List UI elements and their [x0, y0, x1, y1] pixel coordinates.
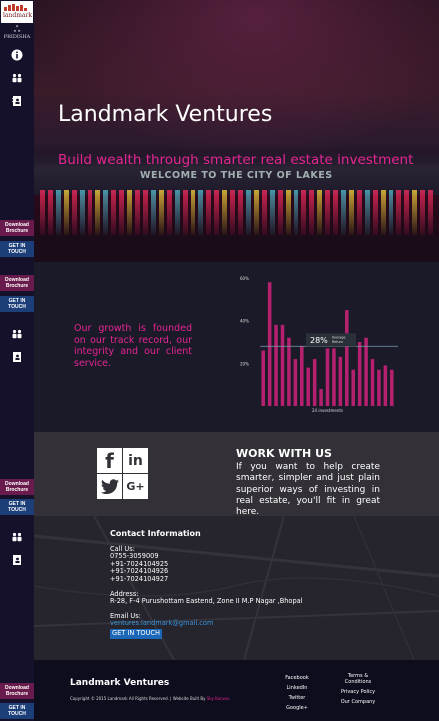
contact-info: Contact Information Call Us: 0755-305900… [110, 530, 390, 646]
footer-link-privacy[interactable]: Privacy Policy [338, 689, 378, 695]
footer-link-linkedin[interactable]: LinkedIn [282, 683, 312, 693]
chart-bar [280, 324, 285, 406]
hero-water [34, 235, 439, 262]
download-brochure-button[interactable]: Download Brochure [0, 275, 34, 291]
partner-logo: ஃ PRIDISHA [2, 25, 32, 41]
growth-section: Our growth is founded on our track recor… [34, 262, 439, 432]
linkedin-icon[interactable]: in [123, 448, 148, 473]
footer-info-links: Terms & Conditions Privacy Policy Our Co… [338, 673, 378, 709]
y-tick-label: 20% [240, 361, 249, 366]
contact-get-in-touch-button[interactable]: GET IN TOUCH [110, 628, 162, 639]
partner-logo-text: PRIDISHA [3, 34, 31, 40]
chart-bar [312, 359, 317, 406]
chart-bar [338, 356, 343, 406]
hero-water-reflections [34, 190, 439, 235]
hero-sign-text: WELCOME TO THE CITY OF LAKES [140, 170, 333, 181]
chart-bar [274, 324, 278, 406]
copyright-text: Copyright © 2015 Landmark All Rights Res… [70, 696, 206, 701]
average-callout: 28% AverageReturn [306, 333, 356, 347]
hero-banner: WELCOME TO THE CITY OF LAKES Landmark Ve… [34, 0, 439, 262]
footer-link-company[interactable]: Our Company [338, 699, 378, 705]
get-in-touch-button[interactable]: GET IN TOUCH [0, 296, 34, 312]
chart-bar [345, 310, 349, 406]
chart-bar [306, 367, 310, 406]
x-axis-label: 24 investments [312, 408, 343, 413]
work-with-us-section: f in G+ WORK WITH US If you want to help… [34, 432, 439, 518]
address-text: R-28, F-4 Purushottam Eastend, Zone II M… [110, 597, 303, 606]
chart-bar [377, 369, 381, 406]
footer-social-links: Facebook LinkedIn Twitter Google+ [282, 673, 312, 713]
get-in-touch-button[interactable]: GET IN TOUCH [0, 703, 34, 719]
chart-bar [332, 348, 336, 406]
callout-label: Return [332, 340, 343, 344]
contact-book-icon[interactable] [9, 93, 25, 109]
team-icon[interactable] [9, 70, 25, 86]
returns-chart: 60% 40% 20% 28% Average Return 24 investments [234, 272, 404, 432]
callout-label: Average [332, 335, 346, 339]
contact-section: Contact Information Call Us: 0755-305900… [34, 516, 439, 660]
twitter-icon[interactable] [97, 474, 122, 499]
contact-title: Contact Information [110, 529, 201, 538]
email-link[interactable]: ventures.landmark@gmail.com [110, 620, 390, 628]
chart-bar [319, 388, 323, 406]
phone-block: Call Us: 0755-3059009 +91-7024104925 +91… [110, 545, 390, 584]
team-icon[interactable] [9, 326, 25, 342]
get-in-touch-button[interactable]: GET IN TOUCH [0, 241, 34, 257]
chart-bar [287, 337, 291, 406]
swirl-icon: ஃ [13, 25, 21, 35]
y-tick-label: 60% [240, 276, 249, 281]
page-root: landmark ஃ PRIDISHA Download Brochure GE… [0, 0, 439, 721]
get-in-touch-button[interactable]: GET IN TOUCH [0, 499, 34, 515]
logo-bars-icon [4, 4, 30, 11]
footer-link-terms[interactable]: Terms & Conditions [338, 673, 378, 685]
hero-subtitle: Build wealth through smarter real estate… [58, 152, 414, 168]
logo-text: landmark [3, 12, 32, 19]
social-icons-grid: f in G+ [97, 448, 148, 499]
hero-title: Landmark Ventures [58, 102, 273, 127]
sidebar: landmark ஃ PRIDISHA Download Brochure GE… [0, 0, 34, 721]
work-title: WORK WITH US [236, 447, 332, 460]
chart-bar [364, 337, 368, 406]
chart-bar [325, 348, 330, 406]
download-brochure-button[interactable]: Download Brochure [0, 220, 34, 236]
work-text: If you want to help create smarter, simp… [236, 462, 380, 518]
hero-sky [34, 0, 439, 160]
builder-link[interactable]: Sky Kanvas [207, 696, 230, 701]
download-brochure-button[interactable]: Download Brochure [0, 479, 34, 495]
phone-number[interactable]: +91-7024104927 [110, 575, 390, 584]
chart-bar [293, 359, 298, 406]
footer-title: Landmark Ventures [70, 678, 170, 688]
facebook-icon[interactable]: f [97, 448, 122, 473]
footer-copyright: Copyright © 2015 Landmark All Rights Res… [70, 696, 230, 701]
team-icon[interactable] [9, 529, 25, 545]
download-brochure-button[interactable]: Download Brochure [0, 683, 34, 699]
chart-bar [261, 350, 265, 406]
chart-bar [357, 342, 362, 406]
landmark-logo[interactable]: landmark [1, 1, 33, 23]
growth-text: Our growth is founded on our track recor… [74, 323, 192, 369]
chart-bar [351, 369, 355, 406]
callout-value: 28% [310, 336, 328, 345]
address-block: Address: R-28, F-4 Purushottam Eastend, … [110, 590, 390, 606]
google-plus-icon[interactable]: G+ [123, 474, 148, 499]
chart-bar [390, 369, 394, 406]
chart-bar [267, 282, 272, 406]
footer: Landmark Ventures Copyright © 2015 Landm… [34, 660, 439, 721]
footer-link-facebook[interactable]: Facebook [282, 673, 312, 683]
chart-bar [370, 359, 375, 406]
returns-chart-svg: 60% 40% 20% 28% AverageReturn 24 investments [240, 276, 398, 413]
contact-book-icon[interactable] [9, 349, 25, 365]
email-block: Email Us: ventures.landmark@gmail.com GE… [110, 612, 390, 639]
footer-link-google-plus[interactable]: Google+ [282, 703, 312, 713]
chart-bar [300, 346, 304, 406]
chart-bar [383, 365, 388, 406]
info-icon[interactable] [9, 47, 25, 63]
contact-book-icon[interactable] [9, 552, 25, 568]
y-tick-label: 40% [240, 319, 249, 324]
footer-link-twitter[interactable]: Twitter [282, 693, 312, 703]
